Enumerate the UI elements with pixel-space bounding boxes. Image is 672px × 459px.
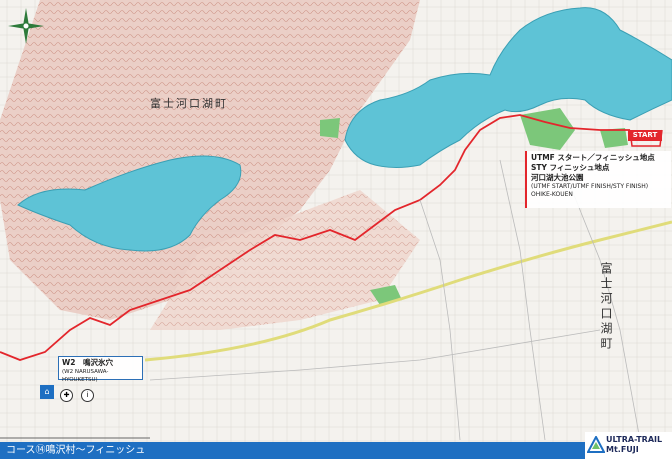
compass-icon — [8, 8, 44, 44]
aid-station-icon: ⌂ — [40, 385, 54, 399]
w2-callout: W2 鳴沢氷穴 (W2 NARUSAWA-HYOUKETSU) — [58, 356, 143, 383]
course-map: 富士河口湖町 富士河口湖町 START UTMF スタート／フィニッシュ地点 S… — [0, 0, 672, 459]
footer-bar: コース⑭鳴沢村〜フィニッシュ — [0, 442, 672, 459]
logo-mountain-icon — [587, 436, 605, 453]
map-base — [0, 0, 672, 442]
start-callout-line4: (UTMF START/UTMF FINISH/STY FINISH) — [531, 183, 649, 190]
town-label-horizontal: 富士河口湖町 — [150, 97, 228, 110]
town-label-vertical: 富士河口湖町 — [599, 262, 613, 352]
w2-title: W2 鳴沢氷穴 — [62, 358, 113, 367]
park-area-4 — [600, 128, 628, 148]
logo-line2: Mt.FUJI — [606, 445, 639, 454]
w2-icons: ✚ i — [60, 382, 97, 402]
start-callout-line1: UTMF スタート／フィニッシュ地点 — [531, 153, 655, 162]
water-icon: ✚ — [60, 389, 73, 402]
start-finish-callout: UTMF スタート／フィニッシュ地点 STY フィニッシュ地点 河口湖大池公園 … — [525, 151, 671, 208]
course-title: コース⑭鳴沢村〜フィニッシュ — [6, 445, 146, 456]
start-callout-line2: STY フィニッシュ地点 — [531, 163, 610, 172]
park-area-2 — [320, 118, 340, 138]
start-callout-line5: OHIKE-KOUEN — [531, 191, 573, 198]
start-flag: START — [628, 130, 662, 141]
logo-line1: ULTRA-TRAIL — [606, 435, 663, 444]
start-callout-line3: 河口湖大池公園 — [531, 173, 584, 182]
info-icon: i — [81, 389, 95, 402]
utmf-logo: ULTRA-TRAIL Mt.FUJI — [585, 432, 672, 459]
